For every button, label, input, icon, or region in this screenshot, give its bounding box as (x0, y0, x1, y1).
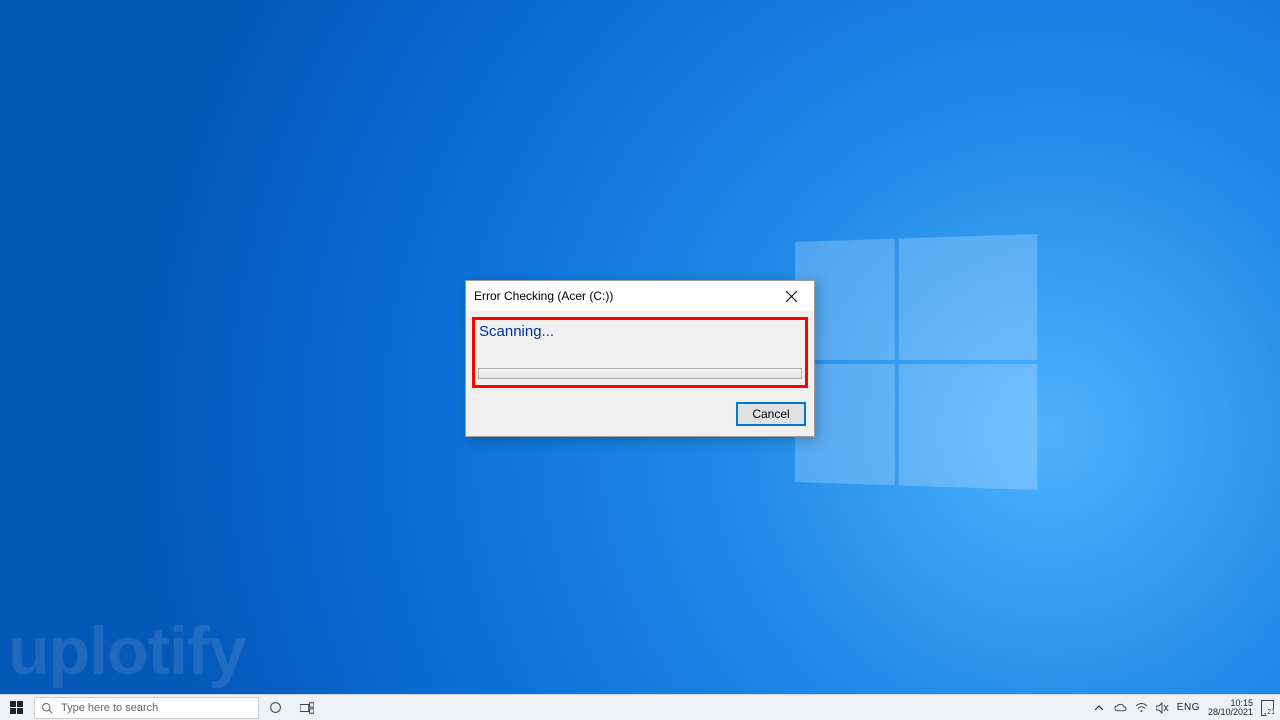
clock[interactable]: 10:15 28/10/2021 (1208, 699, 1253, 717)
notification-badge: 21 (1266, 709, 1276, 716)
cortana-button[interactable] (259, 695, 291, 720)
search-box[interactable]: Type here to search (34, 697, 259, 719)
close-icon (786, 291, 797, 302)
circle-icon (269, 701, 282, 714)
network-tray-icon[interactable] (1135, 701, 1148, 714)
logo-tile (899, 234, 1037, 360)
watermark-text: uplotify (8, 612, 246, 690)
action-center-button[interactable]: 21 (1261, 701, 1274, 714)
start-button[interactable] (0, 695, 32, 720)
taskbar: Type here to search (0, 694, 1280, 720)
progress-bar (478, 368, 802, 379)
wallpaper-windows-logo (795, 234, 1037, 490)
clock-date: 28/10/2021 (1208, 708, 1253, 717)
chevron-up-icon (1095, 705, 1103, 711)
search-placeholder: Type here to search (61, 702, 158, 714)
dialog-titlebar[interactable]: Error Checking (Acer (C:)) (466, 281, 814, 311)
cancel-button[interactable]: Cancel (736, 402, 806, 426)
dialog-title: Error Checking (Acer (C:)) (474, 289, 613, 303)
wifi-icon (1135, 702, 1148, 713)
windows-icon (10, 701, 23, 714)
dialog-footer: Cancel (466, 394, 814, 436)
volume-mute-icon (1156, 702, 1169, 714)
task-view-icon (300, 702, 314, 714)
show-hidden-icons[interactable] (1093, 701, 1106, 714)
close-button[interactable] (769, 281, 814, 311)
dialog-body: Scanning... (466, 311, 814, 394)
cloud-icon (1114, 703, 1127, 713)
volume-tray-icon[interactable] (1156, 701, 1169, 714)
annotation-highlight: Scanning... (472, 317, 808, 388)
search-icon (41, 702, 53, 714)
task-view-button[interactable] (291, 695, 323, 720)
scanning-status: Scanning... (478, 323, 802, 340)
error-checking-dialog: Error Checking (Acer (C:)) Scanning... C… (465, 280, 815, 437)
system-tray: ENG 10:15 28/10/2021 21 (1093, 699, 1280, 717)
language-indicator[interactable]: ENG (1177, 702, 1200, 713)
logo-tile (899, 364, 1037, 490)
onedrive-tray-icon[interactable] (1114, 701, 1127, 714)
